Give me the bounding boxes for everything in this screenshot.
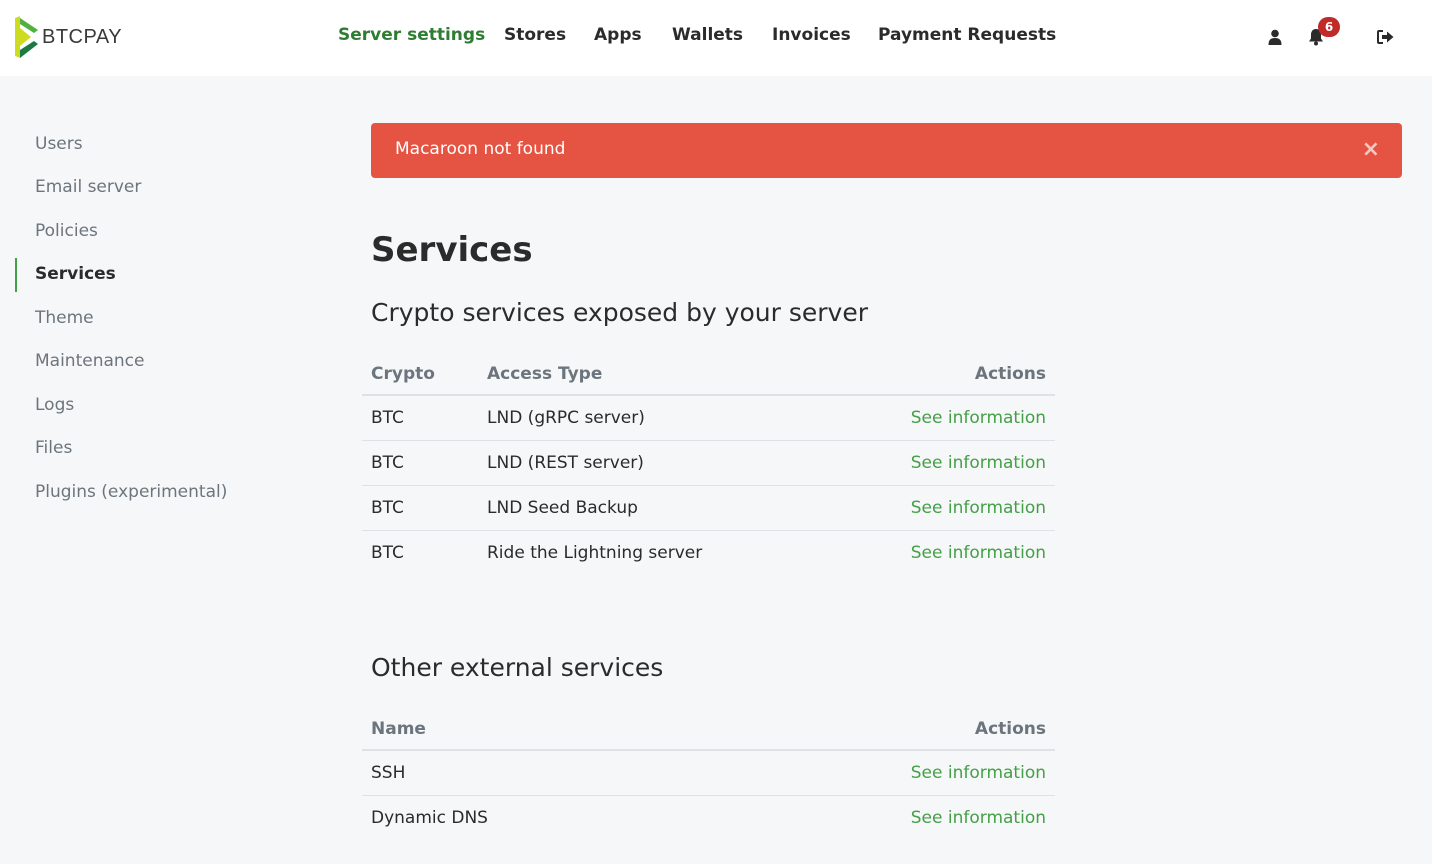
user-icon <box>1268 29 1282 45</box>
column-header-actions: Actions <box>974 719 1046 739</box>
nav-stores[interactable]: Stores <box>504 25 566 45</box>
account-button[interactable] <box>1264 26 1286 48</box>
external-services-heading: Other external services <box>371 653 664 682</box>
main-nav: Server settings Stores Apps Wallets Invo… <box>0 0 1432 76</box>
nav-server-settings[interactable]: Server settings <box>338 25 485 45</box>
sidebar-item-plugins[interactable]: Plugins (experimental) <box>35 482 227 502</box>
table-row: SSH See information <box>362 751 1055 796</box>
crypto-cell: BTC <box>371 453 404 473</box>
see-information-link[interactable]: See information <box>911 498 1046 518</box>
logout-button[interactable] <box>1375 26 1397 48</box>
crypto-cell: BTC <box>371 408 404 428</box>
see-information-link[interactable]: See information <box>911 408 1046 428</box>
sidebar-item-users[interactable]: Users <box>35 134 83 154</box>
sidebar-item-email-server[interactable]: Email server <box>35 177 141 197</box>
table-header: Crypto Access Type Actions <box>362 350 1055 396</box>
table-row: BTC LND (REST server) See information <box>362 441 1055 486</box>
crypto-cell: BTC <box>371 498 404 518</box>
sidebar-item-theme[interactable]: Theme <box>35 308 94 328</box>
crypto-services-heading: Crypto services exposed by your server <box>371 298 868 327</box>
sidebar-item-logs[interactable]: Logs <box>35 395 74 415</box>
see-information-link[interactable]: See information <box>911 763 1046 783</box>
see-information-link[interactable]: See information <box>911 453 1046 473</box>
table-row: BTC LND (gRPC server) See information <box>362 396 1055 441</box>
notification-count-badge: 6 <box>1318 17 1340 37</box>
close-icon[interactable]: × <box>1362 137 1380 163</box>
nav-wallets[interactable]: Wallets <box>672 25 743 45</box>
nav-payment-requests[interactable]: Payment Requests <box>878 25 1056 45</box>
alert-message: Macaroon not found <box>395 139 566 159</box>
nav-apps[interactable]: Apps <box>594 25 642 45</box>
table-row: BTC LND Seed Backup See information <box>362 486 1055 531</box>
access-type-cell: LND (REST server) <box>487 453 644 473</box>
column-header-name: Name <box>371 719 426 739</box>
table-header: Name Actions <box>362 705 1055 751</box>
see-information-link[interactable]: See information <box>911 543 1046 563</box>
top-navbar: BTCPAY Server settings Stores Apps Walle… <box>0 0 1432 76</box>
sidebar-item-policies[interactable]: Policies <box>35 221 98 241</box>
sidebar-item-maintenance[interactable]: Maintenance <box>35 351 144 371</box>
sidebar-item-services[interactable]: Services <box>35 264 116 284</box>
access-type-cell: LND Seed Backup <box>487 498 638 518</box>
nav-invoices[interactable]: Invoices <box>772 25 851 45</box>
table-row: Dynamic DNS See information <box>362 796 1055 841</box>
table-row: BTC Ride the Lightning server See inform… <box>362 531 1055 576</box>
column-header-actions: Actions <box>974 364 1046 384</box>
access-type-cell: LND (gRPC server) <box>487 408 645 428</box>
sidebar-item-files[interactable]: Files <box>35 438 72 458</box>
crypto-services-table: Crypto Access Type Actions BTC LND (gRPC… <box>362 350 1055 576</box>
column-header-crypto: Crypto <box>371 364 435 384</box>
service-name-cell: SSH <box>371 763 406 783</box>
sidebar-active-indicator <box>15 258 17 292</box>
service-name-cell: Dynamic DNS <box>371 808 488 828</box>
external-services-table: Name Actions SSH See information Dynamic… <box>362 705 1055 841</box>
access-type-cell: Ride the Lightning server <box>487 543 703 563</box>
crypto-cell: BTC <box>371 543 404 563</box>
column-header-access-type: Access Type <box>487 364 603 384</box>
page-title: Services <box>371 230 533 270</box>
error-alert: Macaroon not found × <box>371 123 1402 178</box>
logout-icon <box>1377 30 1394 44</box>
see-information-link[interactable]: See information <box>911 808 1046 828</box>
